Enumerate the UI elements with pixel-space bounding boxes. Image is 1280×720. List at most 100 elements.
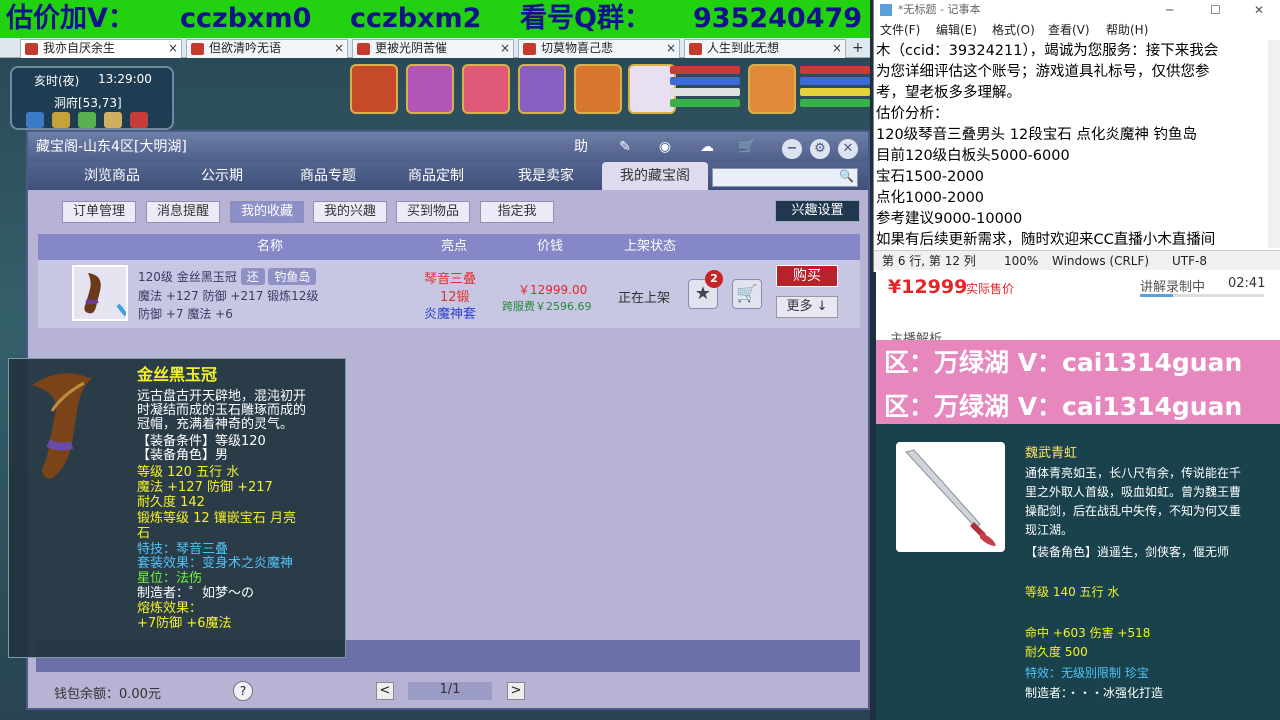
tab-public[interactable]: 公示期 — [180, 162, 264, 190]
sub-tab-interests[interactable]: 我的兴趣 — [313, 201, 387, 223]
wallet-balance: 钱包余额：0.00元 — [54, 687, 161, 702]
anger-bar — [800, 88, 870, 96]
team-avatar[interactable] — [406, 64, 454, 114]
tab-my-pavilion[interactable]: 我的藏宝阁 — [602, 162, 708, 190]
mail-icon[interactable] — [130, 112, 148, 128]
tooltip-desc: 远古盘古开天辟地，混沌初开 — [137, 389, 307, 404]
highlight-special: 琴音三叠 — [424, 272, 477, 287]
promo-banner: 估价加V： cczbxm0 cczbxm2 看号Q群： 935240479 — [0, 0, 870, 38]
notepad-line[interactable]: 目前120级白板头5000-6000 — [876, 146, 1070, 166]
search-icon[interactable]: 🔍 — [839, 169, 854, 183]
sub-tab-bought[interactable]: 买到物品 — [396, 201, 470, 223]
next-page-button[interactable]: > — [507, 682, 525, 700]
hp-bar — [670, 66, 740, 74]
map-location: 洞府[53,73] — [54, 96, 122, 110]
banner-text: 935240479 — [693, 3, 863, 34]
tooltip-special: 特技：琴音三叠 — [137, 542, 229, 557]
right-item-maker: 制造者：・・・冰强化打造 — [1025, 686, 1164, 700]
help-icon[interactable]: ? — [233, 681, 253, 701]
new-tab-button[interactable]: + — [852, 40, 864, 56]
minimize-button[interactable]: ─ — [1166, 0, 1173, 20]
close-icon[interactable]: × — [666, 40, 676, 57]
game-icon — [191, 43, 204, 55]
team-avatar[interactable] — [518, 64, 566, 114]
notepad-line[interactable]: 点化1000-2000 — [876, 188, 984, 208]
more-button[interactable]: 更多 ↓ — [776, 296, 838, 318]
item-name-line[interactable]: 120级 金丝黑玉冠 还 钓鱼岛 — [138, 268, 317, 285]
sub-tab-orders[interactable]: 订单管理 — [62, 201, 136, 223]
close-icon[interactable]: × — [334, 40, 344, 57]
close-button[interactable]: ✕ — [838, 139, 858, 159]
team-avatar[interactable] — [350, 64, 398, 114]
notepad-line[interactable]: 如果有后续更新需求，随时欢迎来CC直播小木直播间 — [876, 230, 1215, 250]
browser-tab[interactable]: 人生到此无想 × — [684, 39, 846, 58]
browser-tab[interactable]: 我亦自厌余生 × — [20, 39, 182, 58]
interest-settings-button[interactable]: 兴趣设置 — [775, 200, 860, 222]
tab-label: 切莫物喜己悲 — [541, 41, 614, 55]
edit-icon[interactable]: ✎ — [614, 137, 636, 157]
item-level-name[interactable]: 120级 金丝黑玉冠 — [138, 270, 237, 284]
buy-button[interactable]: 购买 — [776, 265, 838, 287]
player-avatar[interactable] — [748, 64, 796, 114]
browser-tab[interactable]: 切莫物喜己悲 × — [518, 39, 680, 58]
notepad-line[interactable]: 考，望老板多多理解。 — [876, 83, 1021, 103]
banner-text: cczbxm0 — [180, 3, 312, 34]
close-icon[interactable]: × — [168, 40, 178, 57]
record-progress-fill — [1140, 294, 1174, 297]
exp-bar — [800, 99, 870, 107]
notepad-line[interactable]: 120级琴音三叠男头 12段宝石 点化炎魔神 钓鱼岛 — [876, 125, 1197, 145]
menu-help[interactable]: 帮助(H) — [1106, 20, 1148, 40]
tab-browse[interactable]: 浏览商品 — [70, 162, 154, 190]
system-icon[interactable] — [104, 112, 122, 128]
team-avatar[interactable] — [574, 64, 622, 114]
cart-icon[interactable]: 🛒 — [736, 137, 758, 157]
sub-tab-messages[interactable]: 消息提醒 — [146, 201, 220, 223]
tab-seller[interactable]: 我是卖家 — [504, 162, 588, 190]
notepad-line[interactable]: 木（ccid：39324211），竭诚为您服务：接下来我会 — [876, 41, 1218, 61]
tooltip-set-effect: 套装效果：变身术之炎魔神 — [137, 556, 294, 571]
add-to-cart-icon[interactable]: 🛒 — [732, 279, 762, 309]
menu-format[interactable]: 格式(O) — [992, 20, 1035, 40]
notepad-line[interactable]: 参考建议9000-10000 — [876, 209, 1022, 229]
help-button[interactable]: 助 — [570, 137, 592, 157]
friend-icon[interactable] — [78, 112, 96, 128]
prev-page-button[interactable]: < — [376, 682, 394, 700]
menu-edit[interactable]: 编辑(E) — [936, 20, 977, 40]
menu-view[interactable]: 查看(V) — [1048, 20, 1090, 40]
notepad-line[interactable]: 估价分析： — [876, 104, 949, 124]
right-item-stats: 命中 +603 伤害 +518 — [1025, 626, 1151, 640]
tooltip-level-element: 等级 120 五行 水 — [137, 465, 240, 480]
sub-tab-favorites[interactable]: 我的收藏 — [230, 201, 304, 223]
search-input[interactable]: 🔍 — [712, 168, 858, 187]
notepad-scrollbar[interactable] — [1268, 40, 1280, 248]
game-clock: 13:29:00 — [98, 72, 152, 86]
hp-bar — [800, 66, 870, 74]
close-button[interactable]: ✕ — [1254, 0, 1264, 20]
tab-topics[interactable]: 商品专题 — [286, 162, 370, 190]
tooltip-desc: 冠帽，充满着神奇的灵气。 — [137, 417, 294, 432]
browser-tab[interactable]: 但欲清吟无语 × — [186, 39, 348, 58]
browser-tab[interactable]: 更被光阴苦催 × — [352, 39, 514, 58]
right-item-role: 【装备角色】逍遥生，剑侠客，偃无师 — [1025, 545, 1230, 559]
notepad-line[interactable]: 为您详细评估这个账号；游戏道具礼标号，仅供您参 — [876, 62, 1210, 82]
item-stats: 防御 +7 魔法 +6 — [138, 307, 233, 321]
tooltip-desc: 时凝结而成的玉石雕琢而成的 — [137, 403, 307, 418]
hat-icon — [22, 365, 118, 483]
map-icon[interactable] — [26, 112, 44, 128]
settings-button[interactable]: ⚙ — [810, 139, 830, 159]
close-icon[interactable]: × — [832, 40, 842, 57]
sub-tab-designated[interactable]: 指定我 — [480, 201, 554, 223]
record-icon[interactable]: ◉ — [654, 137, 676, 157]
chat-icon[interactable]: ☁ — [696, 137, 718, 157]
close-icon[interactable]: × — [500, 40, 510, 57]
item-thumbnail[interactable] — [72, 265, 128, 321]
player-status-bars — [800, 66, 870, 112]
notepad-line[interactable]: 宝石1500-2000 — [876, 167, 984, 187]
tab-custom[interactable]: 商品定制 — [394, 162, 478, 190]
maximize-button[interactable]: ☐ — [1210, 0, 1221, 20]
bag-icon[interactable] — [52, 112, 70, 128]
minimize-button[interactable]: − — [782, 139, 802, 159]
team-avatar[interactable] — [462, 64, 510, 114]
menu-file[interactable]: 文件(F) — [880, 20, 920, 40]
pet-avatar[interactable] — [628, 64, 676, 114]
